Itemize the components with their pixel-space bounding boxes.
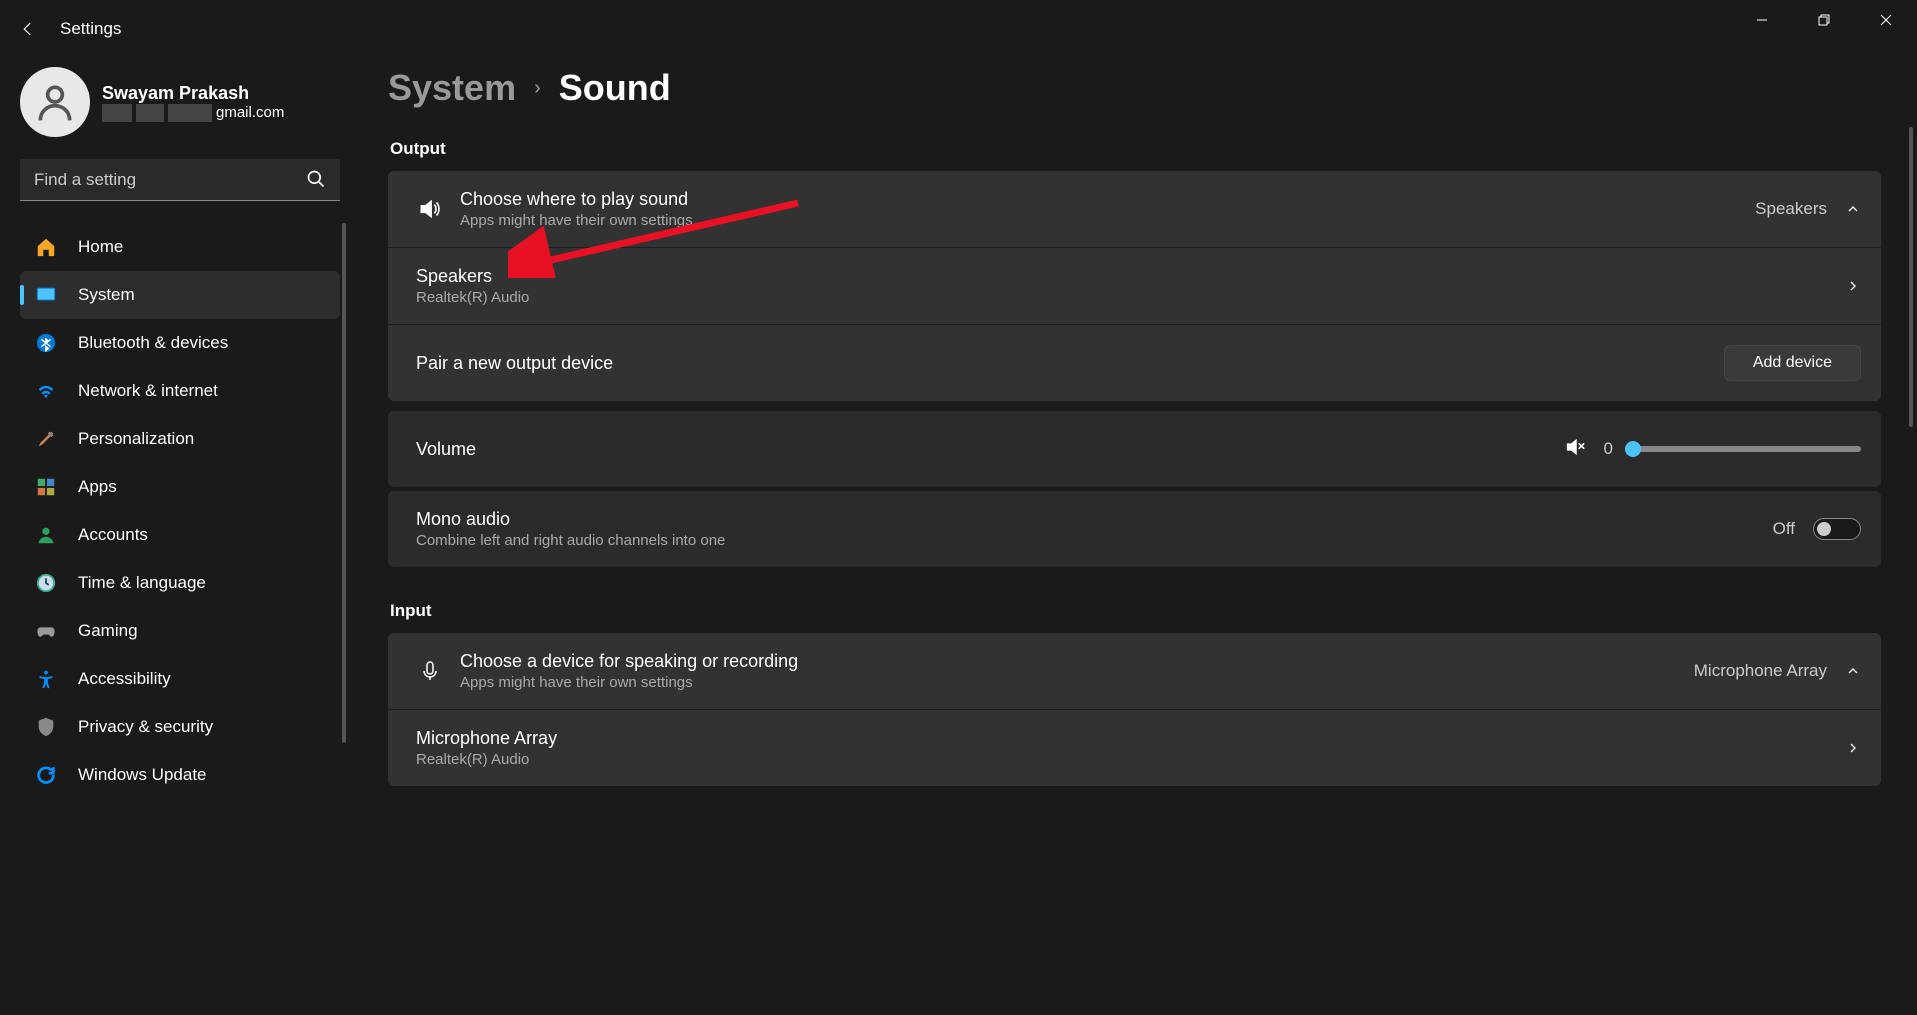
add-output-device-button[interactable]: Add device xyxy=(1724,345,1861,381)
apps-icon xyxy=(34,475,58,499)
mono-audio-card[interactable]: Mono audio Combine left and right audio … xyxy=(388,491,1881,567)
mono-title: Mono audio xyxy=(416,509,1773,530)
nav-home[interactable]: Home xyxy=(20,223,340,271)
brush-icon xyxy=(34,427,58,451)
volume-value: 0 xyxy=(1604,439,1613,459)
minimize-button[interactable] xyxy=(1731,0,1793,40)
output-device-title: Speakers xyxy=(416,266,1845,287)
home-icon xyxy=(34,235,58,259)
close-button[interactable] xyxy=(1855,0,1917,40)
avatar xyxy=(20,67,90,137)
mute-icon[interactable] xyxy=(1564,436,1586,463)
volume-slider[interactable] xyxy=(1631,446,1861,452)
sidebar: Swayam Prakash gmail.com Home System Blu… xyxy=(0,57,360,1015)
chevron-right-icon xyxy=(1845,740,1861,756)
shield-icon xyxy=(34,715,58,739)
accessibility-icon xyxy=(34,667,58,691)
mono-sub: Combine left and right audio channels in… xyxy=(416,532,1773,549)
input-device-title: Microphone Array xyxy=(416,728,1845,749)
clock-icon xyxy=(34,571,58,595)
speaker-icon xyxy=(408,196,452,222)
main-content: System › Sound Output Choose where to pl… xyxy=(360,57,1917,1015)
slider-thumb[interactable] xyxy=(1625,441,1641,457)
input-heading: Input xyxy=(390,601,1881,621)
nav-personalization[interactable]: Personalization xyxy=(20,415,340,463)
input-choose-title: Choose a device for speaking or recordin… xyxy=(460,651,1694,672)
chevron-up-icon[interactable] xyxy=(1845,201,1861,217)
breadcrumb-current: Sound xyxy=(559,67,671,109)
nav-time[interactable]: Time & language xyxy=(20,559,340,607)
mono-state: Off xyxy=(1773,519,1795,539)
chevron-right-icon xyxy=(1845,278,1861,294)
breadcrumb: System › Sound xyxy=(388,67,1881,109)
output-device-row[interactable]: Speakers Realtek(R) Audio xyxy=(388,248,1881,324)
search-input[interactable] xyxy=(20,159,340,201)
profile-email: gmail.com xyxy=(102,104,284,122)
wifi-icon xyxy=(34,379,58,403)
back-button[interactable] xyxy=(8,20,48,38)
maximize-button[interactable] xyxy=(1793,0,1855,40)
pair-output-row: Pair a new output device Add device xyxy=(388,325,1881,401)
nav-system[interactable]: System xyxy=(20,271,340,319)
output-choose-sub: Apps might have their own settings xyxy=(460,212,1755,229)
nav-gaming[interactable]: Gaming xyxy=(20,607,340,655)
output-heading: Output xyxy=(390,139,1881,159)
gamepad-icon xyxy=(34,619,58,643)
nav-network[interactable]: Network & internet xyxy=(20,367,340,415)
nav-list: Home System Bluetooth & devices Network … xyxy=(20,223,340,799)
nav-accessibility[interactable]: Accessibility xyxy=(20,655,340,703)
breadcrumb-parent[interactable]: System xyxy=(388,67,516,109)
profile-name: Swayam Prakash xyxy=(102,83,284,104)
output-device-sub: Realtek(R) Audio xyxy=(416,289,1845,306)
search-icon xyxy=(306,169,326,194)
nav-update[interactable]: Windows Update xyxy=(20,751,340,799)
input-choose-card[interactable]: Choose a device for speaking or recordin… xyxy=(388,633,1881,786)
input-choose-sub: Apps might have their own settings xyxy=(460,674,1694,691)
output-current-value: Speakers xyxy=(1755,199,1827,219)
bluetooth-icon xyxy=(34,331,58,355)
mono-toggle[interactable] xyxy=(1813,518,1861,540)
system-icon xyxy=(34,283,58,307)
nav-bluetooth[interactable]: Bluetooth & devices xyxy=(20,319,340,367)
nav-apps[interactable]: Apps xyxy=(20,463,340,511)
volume-title: Volume xyxy=(416,439,1564,460)
nav-accounts[interactable]: Accounts xyxy=(20,511,340,559)
nav-privacy[interactable]: Privacy & security xyxy=(20,703,340,751)
chevron-right-icon: › xyxy=(534,77,541,100)
input-current-value: Microphone Array xyxy=(1694,661,1827,681)
search-box[interactable] xyxy=(20,159,340,201)
profile[interactable]: Swayam Prakash gmail.com xyxy=(20,67,340,137)
window-controls xyxy=(1731,0,1917,40)
mic-icon xyxy=(408,659,452,683)
output-choose-title: Choose where to play sound xyxy=(460,189,1755,210)
chevron-up-icon[interactable] xyxy=(1845,663,1861,679)
output-choose-card[interactable]: Choose where to play sound Apps might ha… xyxy=(388,171,1881,401)
volume-card: Volume 0 xyxy=(388,411,1881,487)
update-icon xyxy=(34,763,58,787)
window-title: Settings xyxy=(60,19,121,39)
pair-output-title: Pair a new output device xyxy=(416,353,1724,374)
input-device-row[interactable]: Microphone Array Realtek(R) Audio xyxy=(388,710,1881,786)
person-icon xyxy=(34,523,58,547)
titlebar: Settings xyxy=(0,0,1917,57)
input-device-sub: Realtek(R) Audio xyxy=(416,751,1845,768)
